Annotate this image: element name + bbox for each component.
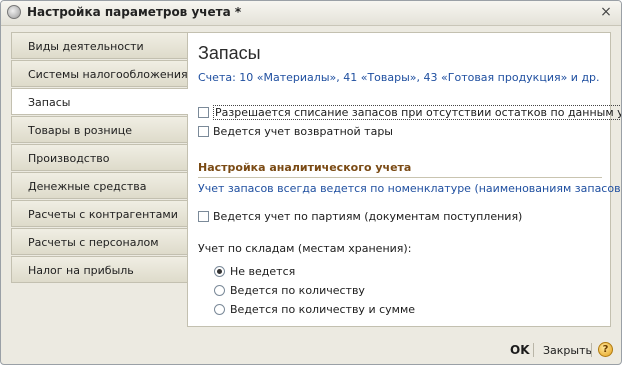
radio-quantity-label[interactable]: Ведется по количеству	[230, 284, 365, 297]
radio-none-row[interactable]: Не ведется	[214, 265, 295, 281]
section-title: Настройка аналитического учета	[198, 161, 602, 178]
ok-button[interactable]: OK	[510, 343, 530, 357]
batches-label[interactable]: Ведется учет по партиям (документам пост…	[213, 210, 522, 223]
write-off-checkbox[interactable]	[198, 107, 209, 118]
sidebar-item-counterparties[interactable]: Расчеты с контрагентами	[11, 200, 187, 227]
radio-qty-row[interactable]: Ведется по количеству	[214, 284, 365, 300]
sidebar-item-inventory[interactable]: Запасы	[11, 88, 188, 115]
accounts-link[interactable]: Счета: 10 «Материалы», 41 «Товары», 43 «…	[198, 71, 600, 84]
returnable-label[interactable]: Ведется учет возвратной тары	[213, 125, 393, 138]
settings-window: Настройка параметров учета * × Виды деят…	[0, 0, 622, 365]
sidebar-item-production[interactable]: Производство	[11, 144, 187, 171]
settings-panel: Запасы Счета: 10 «Материалы», 41 «Товары…	[187, 32, 621, 327]
write-off-label[interactable]: Разрешается списание запасов при отсутст…	[213, 105, 621, 120]
radio-qty-sum-row[interactable]: Ведется по количеству и сумме	[214, 303, 415, 319]
radio-none-label[interactable]: Не ведется	[230, 265, 295, 278]
returnable-checkbox[interactable]	[198, 126, 209, 137]
sidebar-item-personnel[interactable]: Расчеты с персоналом	[11, 228, 187, 255]
page-title: Запасы	[198, 43, 261, 63]
sidebar-item-tax-systems[interactable]: Системы налогообложения	[11, 60, 188, 87]
title-bar[interactable]: Настройка параметров учета * ×	[1, 1, 621, 26]
close-button[interactable]: Закрыть	[543, 344, 592, 357]
sidebar-item-activities[interactable]: Виды деятельности	[11, 32, 187, 59]
sidebar: Виды деятельности Системы налогообложени…	[11, 32, 188, 284]
help-icon[interactable]: ?	[598, 342, 613, 357]
batches-row[interactable]: Ведется учет по партиям (документам пост…	[198, 210, 522, 226]
close-icon[interactable]: ×	[597, 3, 615, 21]
app-icon	[7, 5, 21, 19]
radio-quantity-sum-label[interactable]: Ведется по количеству и сумме	[230, 303, 415, 316]
window-title: Настройка параметров учета *	[27, 5, 242, 19]
footer-divider	[533, 343, 534, 357]
returnable-row[interactable]: Ведется учет возвратной тары	[198, 125, 393, 141]
section-note: Учет запасов всегда ведется по номенклат…	[198, 182, 622, 195]
write-off-row[interactable]: Разрешается списание запасов при отсутст…	[198, 105, 621, 122]
radio-none[interactable]	[214, 266, 225, 277]
footer-divider	[591, 343, 592, 357]
batches-checkbox[interactable]	[198, 211, 209, 222]
sidebar-item-profit-tax[interactable]: Налог на прибыль	[11, 256, 187, 283]
radio-quantity[interactable]	[214, 285, 225, 296]
sidebar-item-retail-goods[interactable]: Товары в рознице	[11, 116, 187, 143]
warehouse-label: Учет по складам (местам хранения):	[198, 242, 412, 255]
radio-quantity-sum[interactable]	[214, 304, 225, 315]
dialog-footer: OK Закрыть ?	[1, 335, 621, 364]
sidebar-item-cash[interactable]: Денежные средства	[11, 172, 187, 199]
